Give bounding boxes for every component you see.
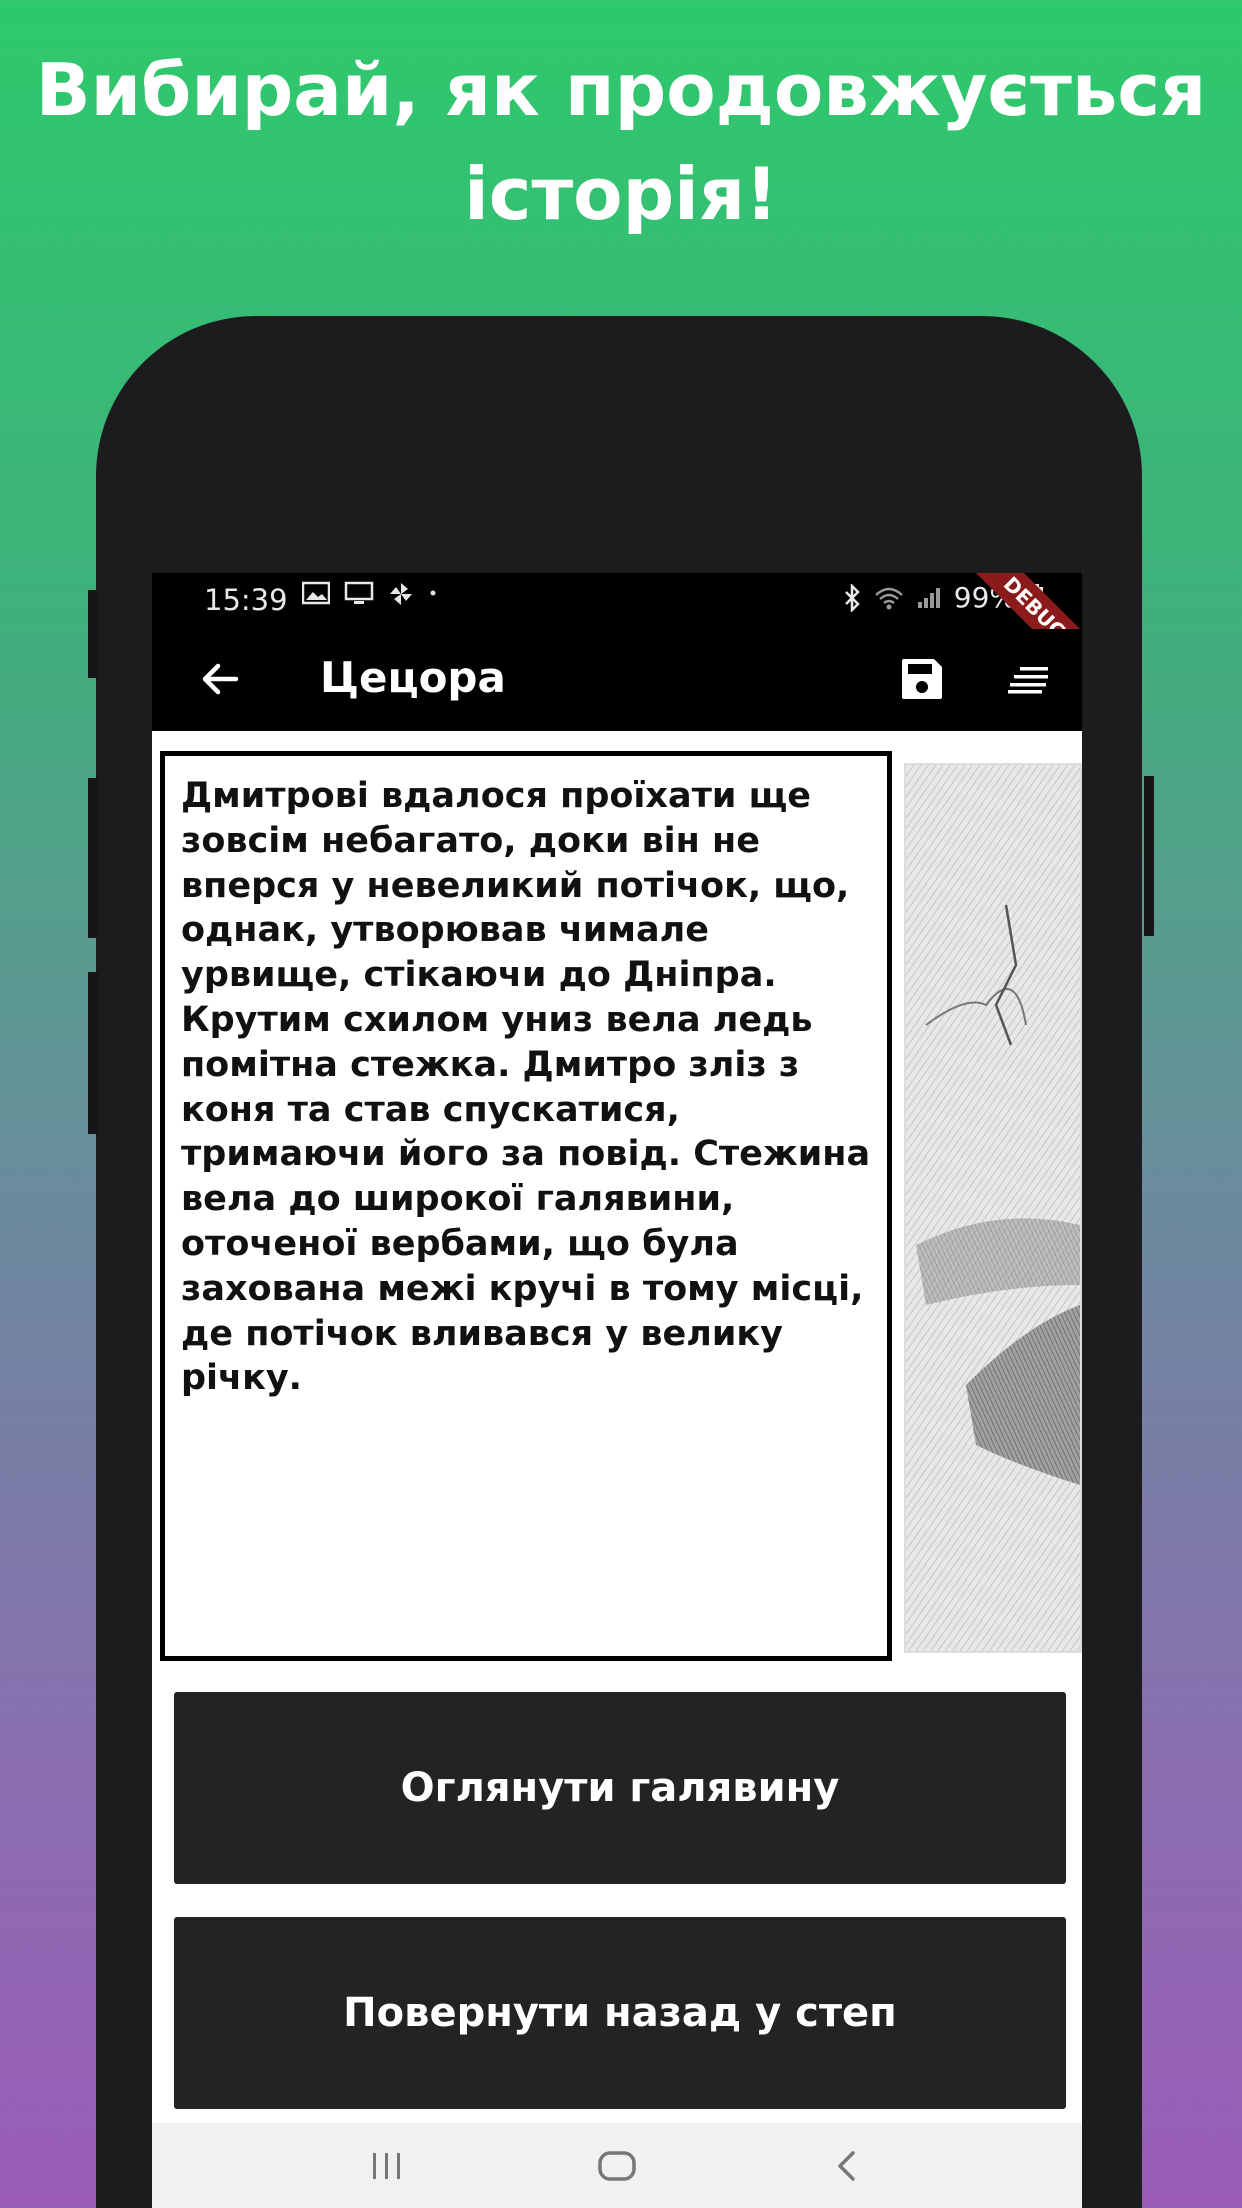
phone-screen: 15:39 99% DEBUG Цецора Дмитрові вдалося … (152, 573, 1082, 2208)
status-bar: 15:39 99% DEBUG (152, 573, 1082, 681)
menu-button[interactable] (1000, 651, 1056, 707)
save-icon (902, 659, 942, 699)
app-bar: Цецора (152, 629, 1082, 731)
promo-headline-line2: історія! (464, 152, 778, 236)
system-nav-bar (152, 2123, 1082, 2208)
arrow-left-icon (202, 663, 239, 695)
save-button[interactable] (894, 651, 950, 707)
back-icon (838, 2150, 855, 2181)
promo-headline: Вибирай, як продовжується історія! (0, 38, 1242, 246)
app-title: Цецора (320, 653, 506, 702)
promo-headline-line1: Вибирай, як продовжується (35, 48, 1207, 132)
pencil-sketch-image (906, 765, 1080, 1651)
phone-side-button (1144, 776, 1154, 936)
choice-button-examine-glade[interactable]: Оглянути галявину (174, 1692, 1066, 1884)
cast-icon (344, 581, 374, 604)
phone-side-button (88, 590, 98, 678)
choice-button-label: Повернути назад у степ (343, 1990, 897, 2036)
content-top-gap (152, 731, 1082, 741)
nav-home-button[interactable] (577, 2136, 657, 2196)
recents-icon (373, 2152, 400, 2179)
phone-side-button (88, 972, 98, 1134)
story-illustration (904, 763, 1082, 1653)
bluetooth-icon (844, 583, 860, 612)
story-text: Дмитрові вдалося проїхати ще зовсім неба… (181, 776, 871, 1399)
home-icon (598, 2150, 636, 2181)
pinwheel-icon (390, 583, 412, 605)
wifi-icon (874, 587, 903, 609)
dot-icon (430, 590, 436, 596)
status-icons-left (302, 581, 438, 607)
signal-icon (917, 587, 940, 608)
nav-back-button[interactable] (807, 2136, 887, 2196)
choice-button-return-steppe[interactable]: Повернути назад у степ (174, 1917, 1066, 2109)
status-time: 15:39 (204, 583, 288, 617)
gallery-icon (302, 581, 330, 605)
nav-recents-button[interactable] (347, 2136, 427, 2196)
phone-side-button (88, 778, 98, 938)
sort-menu-icon (1008, 667, 1048, 694)
story-panel: Дмитрові вдалося проїхати ще зовсім неба… (160, 751, 892, 1661)
choice-button-label: Оглянути галявину (400, 1765, 840, 1811)
back-button[interactable] (192, 651, 248, 707)
